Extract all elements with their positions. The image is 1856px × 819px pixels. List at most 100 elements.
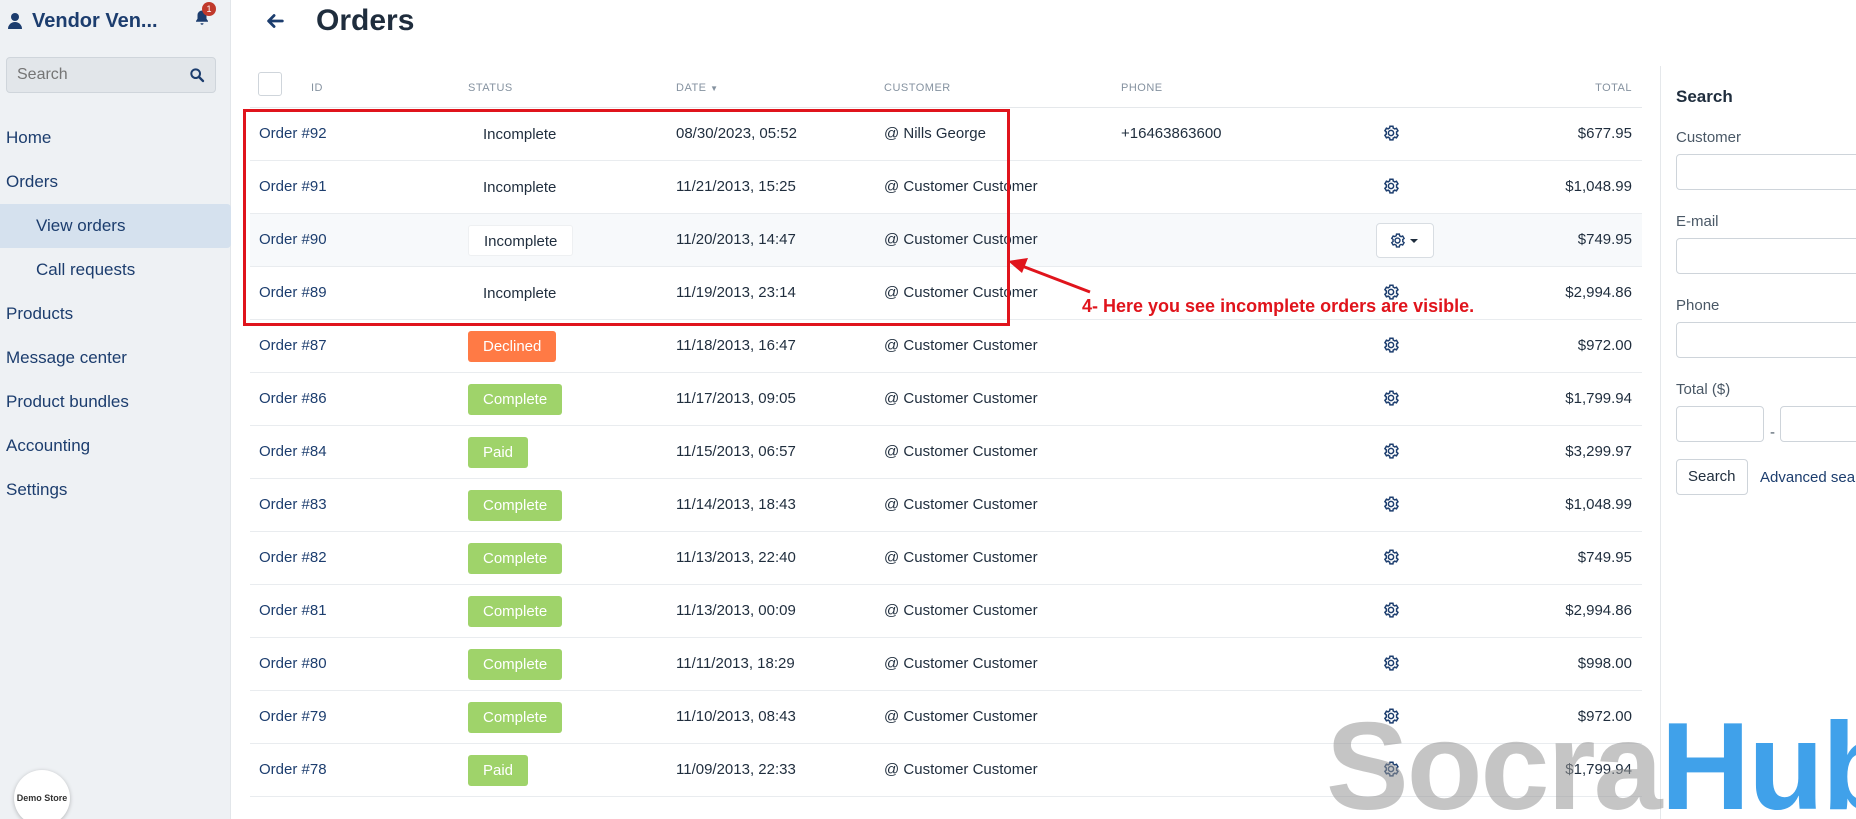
status-badge: Complete: [468, 649, 563, 680]
status-badge: Paid: [468, 437, 529, 468]
order-id[interactable]: Order #83: [259, 496, 327, 513]
customer-name[interactable]: @ Customer Customer: [884, 496, 1038, 513]
order-total: $749.95: [1577, 231, 1632, 248]
select-all-checkbox[interactable]: [258, 72, 282, 96]
order-date: 11/14/2013, 18:43: [676, 496, 796, 513]
socrahub-watermark: SocraHub: [1326, 698, 1856, 819]
gear-icon[interactable]: [1382, 654, 1400, 672]
sidebar-item-product-bundles[interactable]: Product bundles: [0, 380, 231, 424]
gear-icon[interactable]: [1382, 601, 1400, 619]
order-id[interactable]: Order #79: [259, 708, 327, 725]
order-date: 11/15/2013, 06:57: [676, 443, 796, 460]
status-badge: Paid: [468, 755, 529, 786]
sidebar-item-products[interactable]: Products: [0, 292, 231, 336]
customer-name[interactable]: @ Customer Customer: [884, 602, 1038, 619]
table-row[interactable]: Order #81 Complete 11/13/2013, 00:09 @ Cust…: [250, 585, 1642, 638]
table-row[interactable]: Order #84 Paid 11/15/2013, 06:57 @ Customer…: [250, 426, 1642, 479]
order-date: 11/13/2013, 22:40: [676, 549, 796, 566]
sidebar-item-orders[interactable]: Orders: [0, 160, 231, 204]
order-total: $2,994.86: [1565, 284, 1632, 301]
annotation-highlight-box: [243, 109, 1010, 326]
back-arrow-icon[interactable]: [264, 10, 286, 32]
total-min-field[interactable]: [1676, 406, 1764, 442]
order-date: 11/11/2013, 18:29: [676, 655, 795, 672]
sidebar-item-message-center[interactable]: Message center: [0, 336, 231, 380]
customer-name[interactable]: @ Customer Customer: [884, 390, 1038, 407]
column-date[interactable]: DATE ▼: [676, 82, 719, 94]
table-row[interactable]: Order #82 Complete 11/13/2013, 22:40 @ Cust…: [250, 532, 1642, 585]
notification-bell-icon[interactable]: 1: [193, 2, 216, 27]
status-badge: Complete: [468, 384, 563, 415]
total-max-field[interactable]: [1780, 406, 1856, 442]
sidebar-item-call-requests[interactable]: Call requests: [0, 248, 231, 292]
order-id[interactable]: Order #86: [259, 390, 327, 407]
gear-icon[interactable]: [1382, 124, 1400, 142]
search-panel-title: Search: [1676, 87, 1733, 106]
brand[interactable]: Vendor Ven...: [8, 6, 218, 36]
order-total: $2,994.86: [1565, 602, 1632, 619]
table-row[interactable]: Order #80 Complete 11/11/2013, 18:29 @ Cust…: [250, 638, 1642, 691]
gear-icon[interactable]: [1382, 336, 1400, 354]
row-actions-dropdown[interactable]: [1376, 223, 1434, 258]
column-customer[interactable]: CUSTOMER: [884, 82, 951, 94]
order-total: $1,799.94: [1565, 390, 1632, 407]
total-label: Total ($): [1676, 381, 1731, 398]
order-total: $1,048.99: [1565, 178, 1632, 195]
search-button[interactable]: Search: [1676, 459, 1748, 495]
sidebar-search: [6, 57, 216, 93]
email-field[interactable]: [1676, 238, 1856, 274]
search-input[interactable]: [17, 66, 177, 84]
phone-label: Phone: [1676, 297, 1720, 314]
order-id[interactable]: Order #82: [259, 549, 327, 566]
status-badge: Complete: [468, 543, 563, 574]
advanced-search-link[interactable]: Advanced sea: [1760, 469, 1855, 486]
column-status[interactable]: STATUS: [468, 82, 513, 94]
order-total: $749.95: [1577, 549, 1632, 566]
gear-icon[interactable]: [1382, 177, 1400, 195]
customer-name[interactable]: @ Customer Customer: [884, 761, 1038, 778]
order-total: $1,048.99: [1565, 496, 1632, 513]
status-badge: Complete: [468, 596, 563, 627]
brand-name: Vendor Ven...: [32, 9, 158, 32]
order-id[interactable]: Order #81: [259, 602, 327, 619]
customer-name[interactable]: @ Customer Customer: [884, 708, 1038, 725]
gear-icon[interactable]: [1382, 389, 1400, 407]
sidebar: Vendor Ven... 1 Home Orders View orders …: [0, 0, 231, 819]
gear-icon[interactable]: [1382, 495, 1400, 513]
order-id[interactable]: Order #80: [259, 655, 327, 672]
table-row[interactable]: Order #83 Complete 11/14/2013, 18:43 @ Cust…: [250, 479, 1642, 532]
status-badge: Complete: [468, 702, 563, 733]
customer-name[interactable]: @ Customer Customer: [884, 443, 1038, 460]
phone-field[interactable]: [1676, 322, 1856, 358]
demo-store-badge[interactable]: Demo Store: [14, 770, 70, 819]
sidebar-item-home[interactable]: Home: [0, 116, 231, 160]
column-phone[interactable]: PHONE: [1121, 82, 1163, 94]
sidebar-item-accounting[interactable]: Accounting: [0, 424, 231, 468]
order-total: $3,299.97: [1565, 443, 1632, 460]
order-id[interactable]: Order #84: [259, 443, 327, 460]
order-total: $972.00: [1577, 337, 1632, 354]
gear-icon[interactable]: [1382, 548, 1400, 566]
sidebar-nav: Home Orders View orders Call requests Pr…: [0, 116, 231, 512]
user-icon: [8, 13, 22, 29]
order-date: 11/17/2013, 09:05: [676, 390, 796, 407]
customer-label: Customer: [1676, 129, 1742, 146]
order-date: 11/10/2013, 08:43: [676, 708, 796, 725]
search-icon[interactable]: [189, 67, 205, 83]
gear-icon[interactable]: [1382, 442, 1400, 460]
sidebar-item-view-orders[interactable]: View orders: [0, 204, 231, 248]
table-row[interactable]: Order #87 Declined 11/18/2013, 16:47 @ Cust…: [250, 320, 1642, 373]
sort-caret-icon: ▼: [710, 84, 719, 93]
customer-name[interactable]: @ Customer Customer: [884, 549, 1038, 566]
customer-name[interactable]: @ Customer Customer: [884, 655, 1038, 672]
order-id[interactable]: Order #78: [259, 761, 327, 778]
page-title: Orders: [316, 4, 415, 37]
customer-field[interactable]: [1676, 154, 1856, 190]
column-id[interactable]: ID: [311, 82, 323, 94]
order-id[interactable]: Order #87: [259, 337, 327, 354]
column-total[interactable]: TOTAL: [1595, 82, 1632, 94]
table-row[interactable]: Order #86 Complete 11/17/2013, 09:05 @ Cust…: [250, 373, 1642, 426]
sidebar-item-settings[interactable]: Settings: [0, 468, 231, 512]
customer-name[interactable]: @ Customer Customer: [884, 337, 1038, 354]
order-total: $677.95: [1577, 125, 1632, 142]
